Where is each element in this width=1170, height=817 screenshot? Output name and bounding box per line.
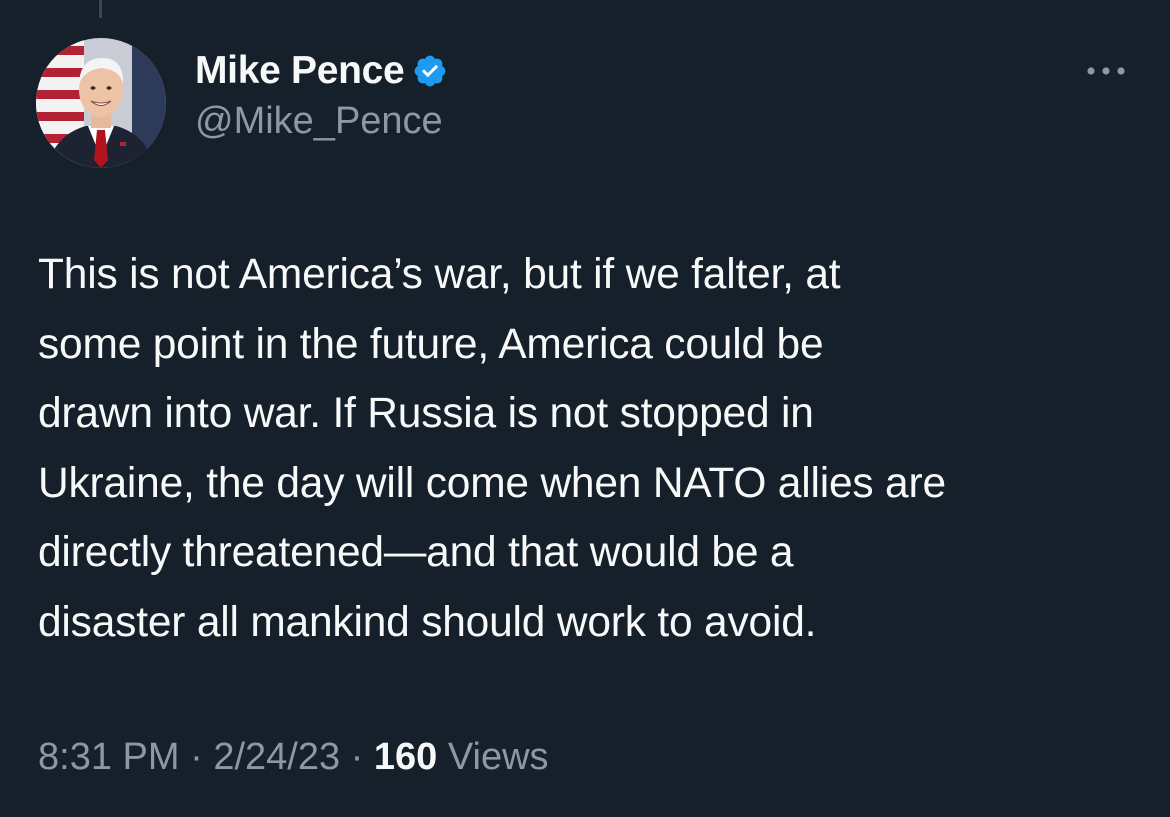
tweet-date[interactable]: 2/24/23: [213, 736, 340, 778]
tweet-text: This is not America’s war, but if we fal…: [38, 251, 946, 646]
meta-separator: ·: [179, 736, 214, 778]
tweet-header: Mike Pence @Mike_Pence: [36, 38, 1136, 168]
views-count[interactable]: 160: [374, 736, 437, 778]
display-name-row: Mike Pence: [195, 48, 448, 94]
display-name[interactable]: Mike Pence: [195, 49, 405, 93]
tweet-metadata: 8:31 PM · 2/24/23 · 160 Views: [38, 736, 549, 779]
author-handle[interactable]: @Mike_Pence: [195, 100, 448, 143]
more-options-icon[interactable]: [1084, 64, 1128, 78]
meta-separator: ·: [340, 736, 374, 778]
verified-badge-icon[interactable]: [412, 53, 448, 89]
thread-connector-line: [99, 0, 102, 18]
views-label: Views: [437, 736, 549, 778]
avatar[interactable]: [36, 38, 166, 168]
author-names: Mike Pence @Mike_Pence: [195, 48, 448, 143]
avatar-image: [36, 38, 166, 168]
tweet-time[interactable]: 8:31 PM: [38, 736, 180, 778]
